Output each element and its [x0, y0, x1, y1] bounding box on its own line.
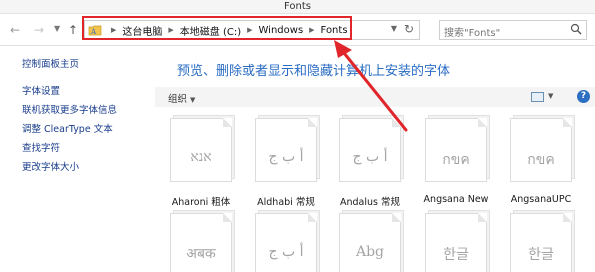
font-file-icon: 한글: [425, 213, 487, 272]
page-heading: 预览、删除或者显示和隐藏计算机上安装的字体: [177, 64, 451, 79]
up-arrow-icon[interactable]: ↑: [66, 23, 80, 37]
font-sample: أ ب ج: [352, 149, 388, 165]
help-icon[interactable]: ?: [577, 90, 590, 103]
organize-button[interactable]: 组织 ▼: [168, 91, 195, 105]
sidebar-item-font-settings[interactable]: 字体设置: [22, 83, 60, 97]
highlight-box: [82, 16, 352, 40]
font-sample: Abg: [355, 244, 385, 260]
font-file-icon: أ ب ج: [255, 213, 317, 272]
sidebar-item-online-font-info[interactable]: 联机获取更多字体信息: [22, 102, 117, 116]
font-sample: أ ب ج: [268, 149, 304, 165]
font-name: Aharoni 粗体: [171, 197, 231, 208]
sidebar-item-font-size[interactable]: 更改字体大小: [22, 159, 79, 173]
font-sample: กขค: [442, 152, 470, 168]
font-sample: 한글: [528, 247, 554, 263]
address-dropdown-icon[interactable]: ▼: [391, 24, 397, 33]
font-name: Andalus 常规: [339, 197, 400, 208]
view-options-icon[interactable]: [531, 92, 544, 102]
font-file-icon: אנא: [170, 118, 232, 182]
font-file-icon: أ ب ج: [255, 118, 317, 182]
font-sample: अबक: [186, 246, 216, 262]
sidebar-item-find-character[interactable]: 查找字符: [22, 140, 60, 154]
title-bar: Fonts: [0, 0, 595, 14]
font-sample: אנא: [190, 149, 212, 165]
search-box[interactable]: 搜索"Fonts": [439, 20, 587, 40]
font-file-icon: अबक: [170, 213, 232, 272]
font-name: Aldhabi 常规: [257, 197, 315, 208]
font-file-icon: กขค: [425, 118, 487, 182]
font-file-icon: أ ب ج: [339, 118, 401, 182]
font-file-icon: Abg: [339, 213, 401, 272]
window-title: Fonts: [284, 1, 311, 12]
font-name: Angsana New: [423, 194, 489, 205]
sidebar-item-cleartype[interactable]: 调整 ClearType 文本: [22, 121, 113, 135]
search-placeholder[interactable]: 搜索"Fonts": [444, 24, 500, 39]
sidebar-home-link[interactable]: 控制面板主页: [22, 56, 79, 70]
search-icon[interactable]: [570, 23, 582, 35]
organize-label: 组织: [168, 94, 188, 105]
forward-arrow-icon[interactable]: →: [32, 23, 46, 37]
back-arrow-icon[interactable]: ←: [8, 23, 22, 37]
chevron-down-icon[interactable]: ▼: [54, 24, 60, 33]
chevron-down-icon: ▼: [190, 96, 196, 104]
font-name: AngsanaUPC: [510, 194, 572, 205]
font-file-icon: กขค: [510, 118, 572, 182]
font-sample: أ ب ج: [268, 244, 304, 260]
chevron-down-icon[interactable]: ▼: [548, 92, 553, 100]
font-sample: กขค: [527, 152, 555, 168]
font-file-icon: 한글: [510, 213, 572, 272]
toolbar: 组织 ▼ ▼ ?: [155, 87, 595, 107]
font-sample: 한글: [443, 247, 469, 263]
refresh-icon[interactable]: ↻: [404, 22, 414, 36]
